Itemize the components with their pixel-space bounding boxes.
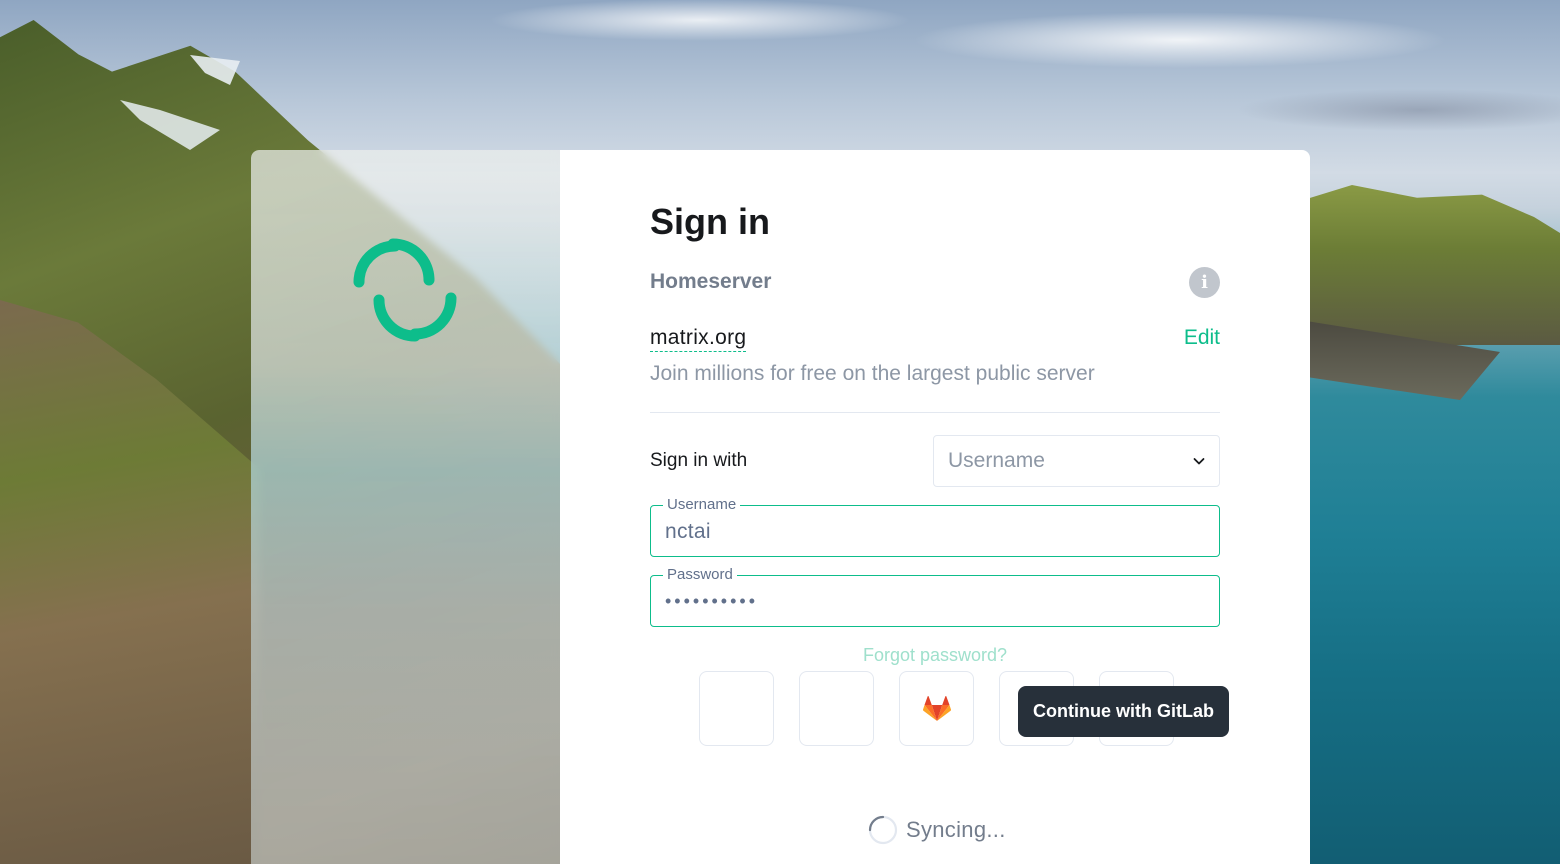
sso-button-1[interactable] <box>699 671 774 746</box>
sign-in-with-label: Sign in with <box>650 450 748 471</box>
forgot-password-link[interactable]: Forgot password? <box>650 645 1220 666</box>
sso-tooltip: Continue with GitLab <box>1018 686 1229 737</box>
sso-button-2[interactable] <box>799 671 874 746</box>
homeserver-description: Join millions for free on the largest pu… <box>650 362 1095 385</box>
auth-card: Sign in Homeserver i matrix.org Edit Joi… <box>251 150 1310 864</box>
sign-in-with-row: Sign in with Username <box>650 435 1220 487</box>
login-type-value: Username <box>948 449 1045 472</box>
homeserver-name[interactable]: matrix.org <box>650 326 747 352</box>
chevron-down-icon <box>1193 458 1205 465</box>
homeserver-header: Homeserver i <box>650 266 1220 298</box>
sync-status: Syncing... <box>868 815 1006 845</box>
mountain-right <box>1300 185 1560 345</box>
password-input[interactable]: •••••••••• <box>665 591 758 612</box>
sync-status-text: Syncing... <box>906 817 1006 842</box>
password-field[interactable]: Password •••••••••• <box>650 566 1220 627</box>
auth-card-main: Sign in Homeserver i matrix.org Edit Joi… <box>560 150 1310 864</box>
login-type-select[interactable]: Username <box>933 435 1220 487</box>
edit-homeserver-link[interactable]: Edit <box>1184 326 1220 350</box>
gitlab-icon <box>922 695 951 721</box>
username-field-label: Username <box>663 496 741 514</box>
sign-in-form: Sign in Homeserver i matrix.org Edit Joi… <box>650 200 1220 666</box>
auth-card-sidebar <box>251 150 560 864</box>
gitlab-sso-button[interactable] <box>899 671 974 746</box>
info-icon[interactable]: i <box>1189 266 1220 298</box>
username-field[interactable]: Username nctai <box>650 496 1220 557</box>
password-field-label: Password <box>663 566 737 584</box>
homeserver-label: Homeserver <box>650 270 772 293</box>
element-logo <box>353 238 457 342</box>
spinner-icon <box>868 815 898 845</box>
page-title: Sign in <box>650 201 770 242</box>
username-input[interactable]: nctai <box>665 520 711 544</box>
divider <box>650 412 1220 413</box>
homeserver-row: matrix.org Edit <box>650 326 1220 352</box>
